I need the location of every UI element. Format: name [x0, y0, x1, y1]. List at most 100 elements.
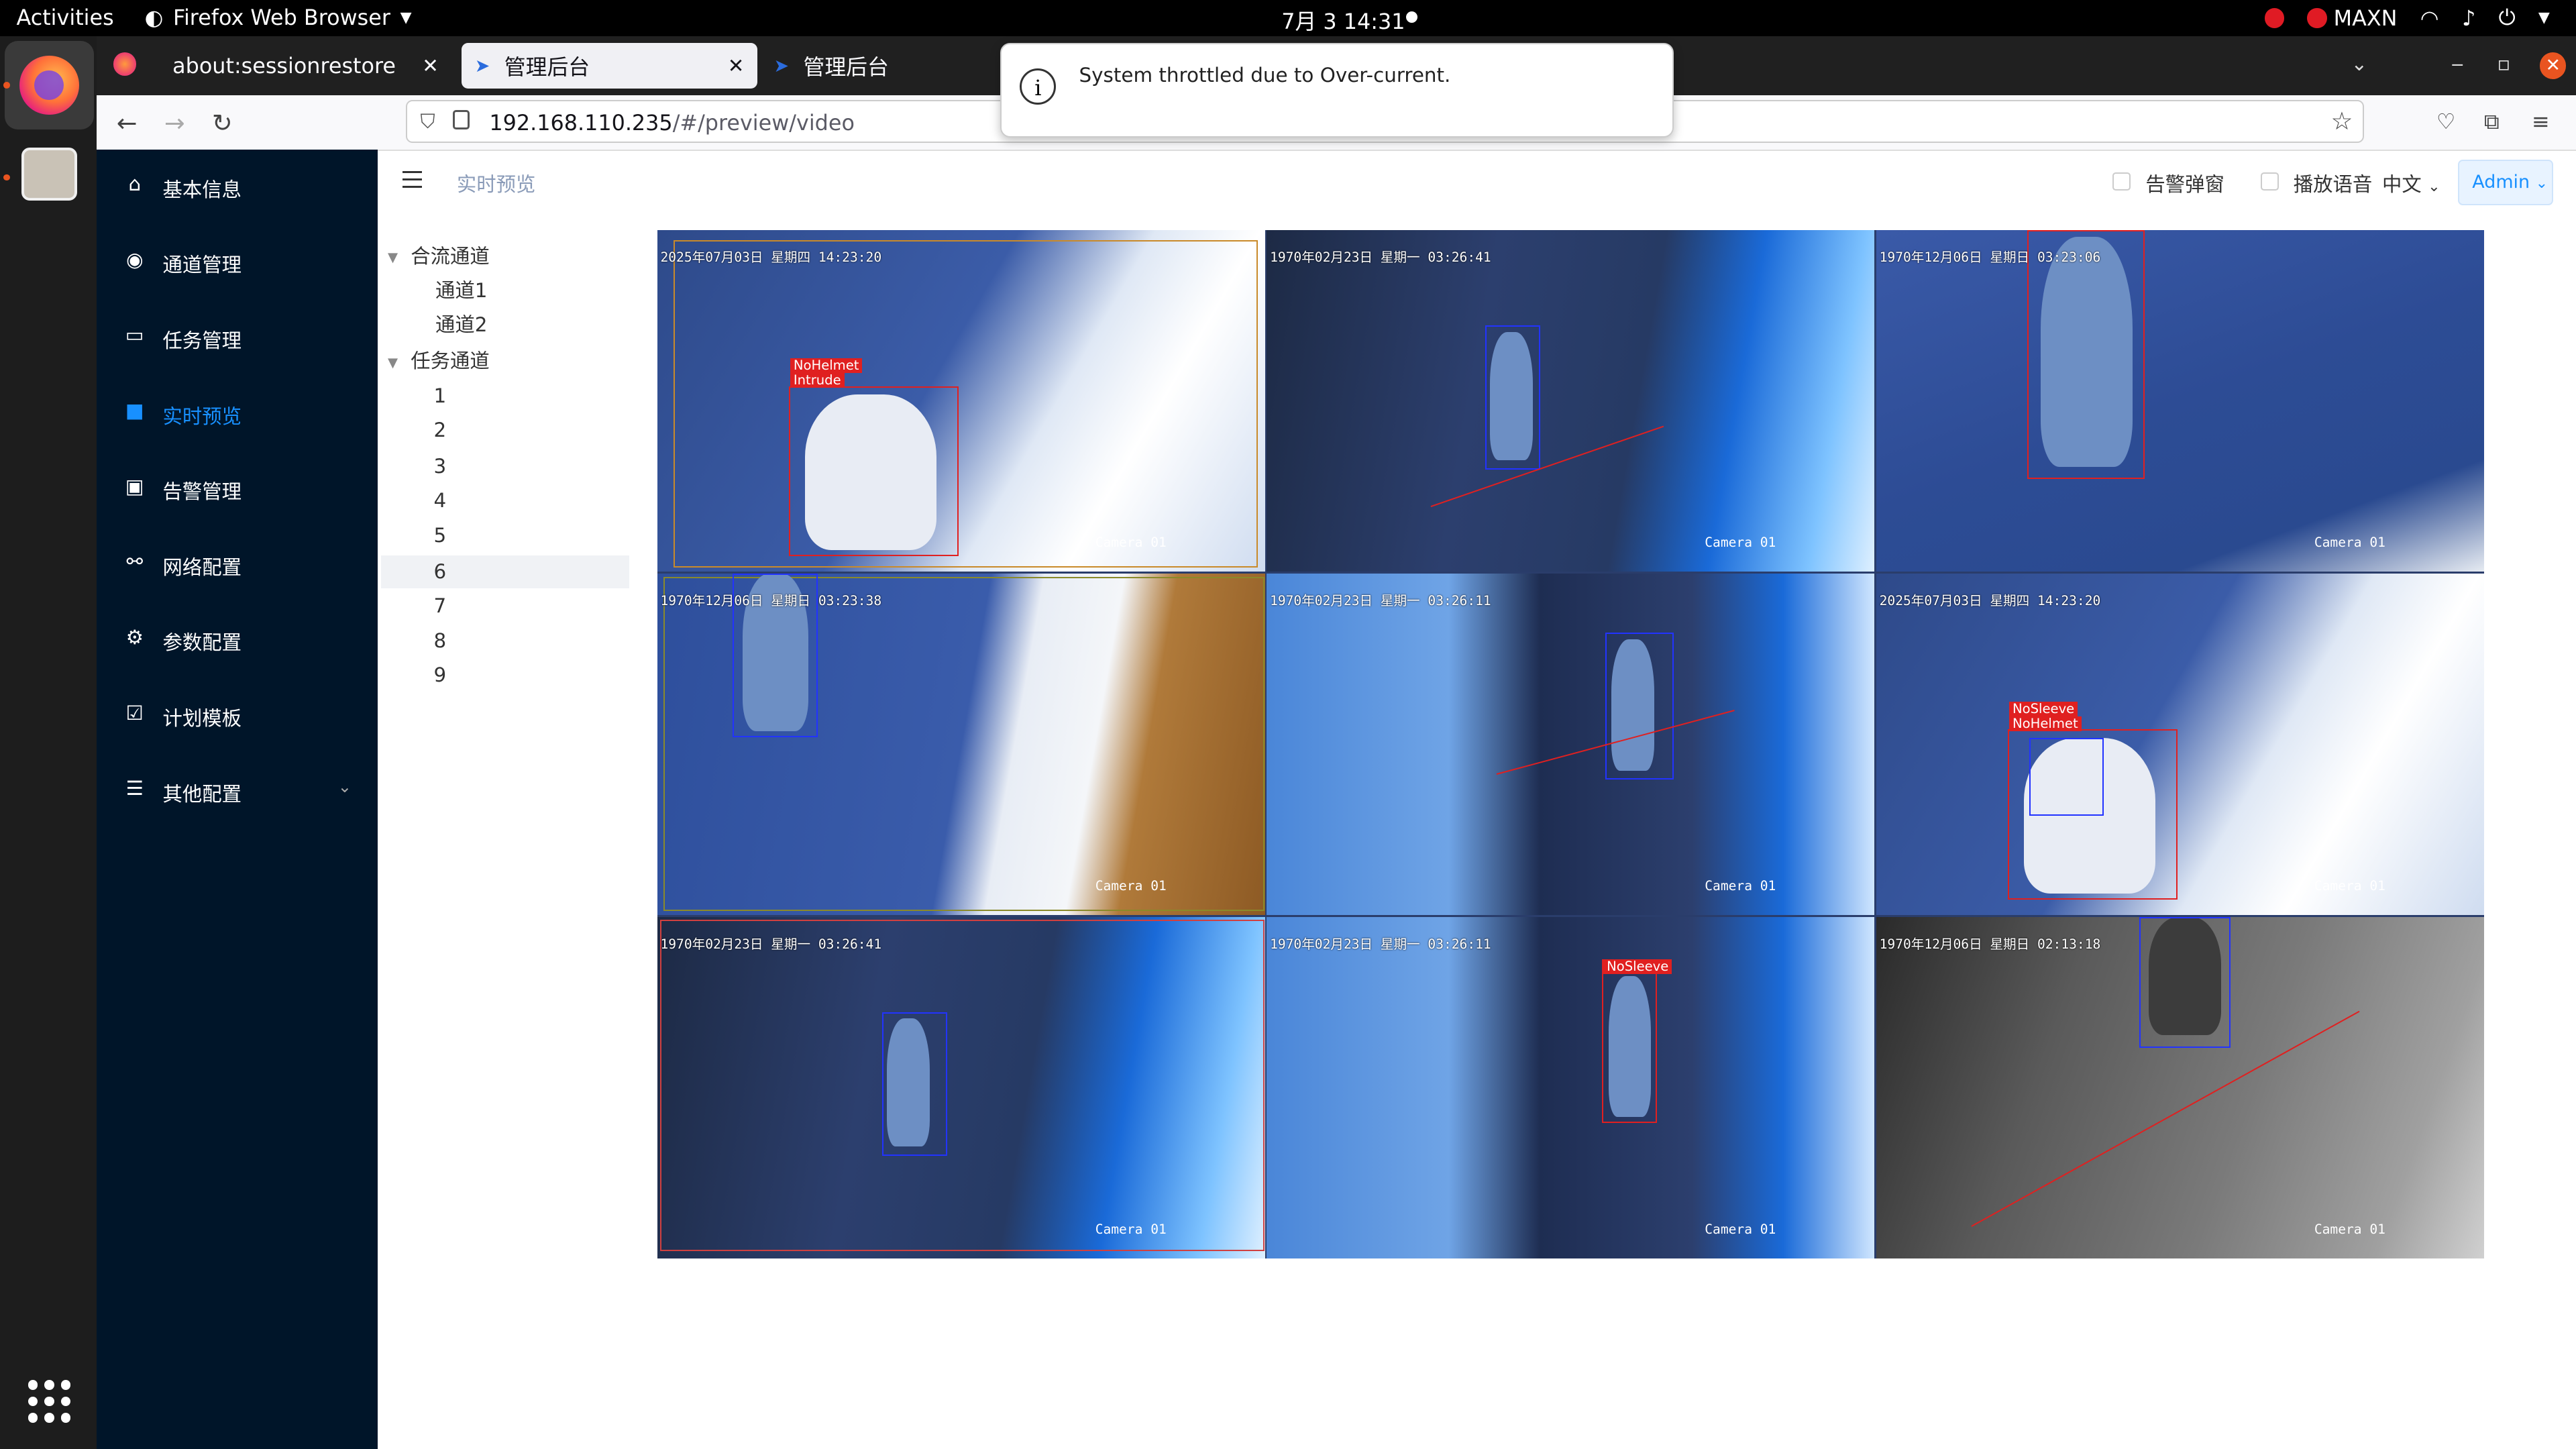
extensions-icon[interactable]: ⧉ — [2484, 109, 2500, 135]
alarm-popup-label[interactable]: 告警弹窗 — [2145, 169, 2224, 197]
sidebar-item-label: 任务管理 — [162, 329, 241, 352]
video-cell-5[interactable]: 1970年02月23日 星期一 03:26:11 Camera 01 — [1267, 573, 1875, 916]
play-voice-label[interactable]: 播放语音 — [2294, 169, 2373, 197]
camera-label: Camera 01 — [1705, 1222, 1776, 1238]
collapse-menu-icon[interactable] — [402, 170, 423, 193]
pocket-icon[interactable]: ♡ — [2436, 109, 2456, 134]
breadcrumb[interactable]: 实时预览 — [457, 169, 536, 197]
sidebar-item-other-config[interactable]: ☰ 其他配置 ⌄ — [97, 757, 378, 823]
video-cell-3[interactable]: 1970年12月06日 星期日 03:23:06 Camera 01 — [1876, 229, 2484, 572]
info-icon: i — [1020, 68, 1057, 105]
power-mode-indicator[interactable]: MAXN — [2307, 5, 2398, 31]
user-label: Admin — [2472, 171, 2530, 193]
tree-selection-highlight — [381, 555, 629, 588]
tab-admin[interactable]: ➤ 管理后台 — [761, 43, 1007, 89]
play-voice-checkbox[interactable] — [2260, 172, 2279, 191]
alarm-tag: NoHelmet — [790, 358, 863, 373]
tab-label: 管理后台 — [803, 54, 889, 80]
video-cell-4[interactable]: 1970年12月06日 星期日 03:23:38 Camera 01 — [657, 573, 1265, 916]
site-favicon-icon: ➤ — [474, 56, 490, 77]
camera-label: Camera 01 — [2314, 1222, 2385, 1238]
video-timestamp: 1970年12月06日 星期日 03:23:38 — [660, 593, 882, 609]
caret-down-icon[interactable]: ▼ — [388, 355, 398, 370]
roi-region — [660, 920, 1265, 1252]
firefox-view-icon[interactable] — [113, 52, 137, 76]
tree-item-channel[interactable]: 通道2 — [435, 309, 487, 341]
tree-group-tasks[interactable]: 任务通道 — [411, 345, 490, 378]
tree-item-task[interactable]: 3 — [434, 450, 447, 483]
sidebar-item-live-preview[interactable]: ■ 实时预览 — [97, 380, 378, 445]
alarm-popup-checkbox[interactable] — [2112, 172, 2131, 191]
reload-icon[interactable]: ↻ — [212, 109, 233, 138]
activities-button[interactable]: Activities — [16, 5, 113, 30]
insecure-lock-icon[interactable] — [453, 109, 470, 129]
notification-message: System throttled due to Over-current. — [1079, 64, 1451, 87]
video-cell-8[interactable]: NoSleeve 1970年02月23日 星期一 03:26:11 Camera… — [1267, 916, 1875, 1258]
window-close-icon[interactable]: ✕ — [2540, 52, 2567, 79]
sidebar-item-label: 其他配置 — [162, 782, 241, 806]
alarm-tag: NoSleeve — [2009, 701, 2078, 716]
camera-label: Camera 01 — [1705, 535, 1776, 551]
app-menu[interactable]: ◐ Firefox Web Browser ▼ — [145, 5, 412, 30]
tracking-protection-icon[interactable]: ⛉ — [420, 110, 435, 133]
tree-item-task[interactable]: 8 — [434, 625, 447, 657]
sidebar-item-schedule-template[interactable]: ☑ 计划模板 — [97, 682, 378, 747]
clock[interactable]: 7月 3 14:31 — [1281, 5, 1405, 36]
tree-item-task[interactable]: 4 — [434, 484, 447, 517]
video-timestamp: 2025年07月03日 星期四 14:23:20 — [1879, 593, 2101, 609]
tree-item-task[interactable]: 9 — [434, 659, 447, 692]
dock-firefox[interactable] — [5, 41, 94, 130]
video-cell-9[interactable]: 1970年12月06日 星期日 02:13:18 Camera 01 — [1876, 916, 2484, 1258]
restore-icon[interactable]: ▫ — [2497, 52, 2510, 75]
url-text[interactable]: 192.168.110.235/#/preview/video — [489, 110, 855, 136]
user-menu-button[interactable]: Admin ⌄ — [2457, 159, 2553, 206]
camera-label: Camera 01 — [1095, 1222, 1167, 1238]
tree-item-task[interactable]: 7 — [434, 590, 447, 623]
video-grid: NoHelmet Intrude 2025年07月03日 星期四 14:23:2… — [657, 229, 2484, 1258]
app-menu-label: Firefox Web Browser — [172, 5, 390, 31]
close-tab-icon[interactable]: ✕ — [728, 54, 745, 77]
video-cell-6[interactable]: NoSleeve NoHelmet 2025年07月03日 星期四 14:23:… — [1876, 573, 2484, 916]
tree-item-task[interactable]: 1 — [434, 380, 447, 413]
sidebar-item-tasks[interactable]: ▭ 任务管理 — [97, 304, 378, 370]
close-tab-icon[interactable]: ✕ — [422, 54, 439, 77]
sidebar-item-network[interactable]: ⚯ 网络配置 — [97, 531, 378, 596]
sidebar-item-alarms[interactable]: ▣ 告警管理 — [97, 455, 378, 521]
list-all-tabs-icon[interactable]: ⌄ — [2351, 52, 2368, 75]
minimize-icon[interactable]: ‒ — [2451, 52, 2464, 75]
do-not-disturb-icon — [2264, 8, 2285, 28]
recording-indicator-icon — [1406, 11, 1418, 23]
dock — [0, 36, 97, 1449]
running-indicator — [3, 174, 10, 181]
menu-icon[interactable]: ≡ — [2532, 109, 2550, 134]
firefox-small-icon: ◐ — [144, 5, 164, 31]
video-cell-2[interactable]: 1970年02月23日 星期一 03:26:41 Camera 01 — [1267, 229, 1875, 572]
camera-icon: ◉ — [125, 248, 144, 271]
sidebar-item-basic-info[interactable]: ⌂ 基本信息 — [97, 153, 378, 219]
sidebar-item-parameters[interactable]: ⚙ 参数配置 — [97, 606, 378, 672]
person-box — [2139, 916, 2231, 1048]
video-cell-1[interactable]: NoHelmet Intrude 2025年07月03日 星期四 14:23:2… — [657, 229, 1265, 572]
dock-files[interactable] — [5, 131, 93, 220]
caret-down-icon[interactable]: ▼ — [388, 250, 398, 265]
tree-item-channel[interactable]: 通道1 — [435, 274, 487, 307]
tree-item-task[interactable]: 2 — [434, 414, 447, 447]
bookmark-star-icon[interactable]: ☆ — [2330, 107, 2353, 136]
sidebar-item-channels[interactable]: ◉ 通道管理 — [97, 228, 378, 294]
network-icon: ⚯ — [126, 550, 144, 574]
forward-icon[interactable]: → — [164, 109, 185, 138]
running-indicator — [3, 82, 10, 89]
show-apps-icon[interactable] — [28, 1380, 71, 1423]
tab-admin-active[interactable]: ➤ 管理后台 ✕ — [462, 42, 757, 89]
system-notification[interactable]: i System throttled due to Over-current. — [1000, 42, 1674, 138]
language-select[interactable]: 中文 ⌄ — [2382, 169, 2440, 197]
video-cell-7[interactable]: 1970年02月23日 星期一 03:26:41 Camera 01 — [657, 916, 1265, 1258]
tree-item-task-selected[interactable]: 6 — [434, 555, 447, 588]
tab-session-restore[interactable]: about:sessionrestore ✕ — [156, 43, 452, 89]
camera-label: Camera 01 — [2314, 878, 2385, 894]
back-icon[interactable]: ← — [117, 109, 138, 138]
tree-group-merged[interactable]: 合流通道 — [411, 240, 490, 273]
tree-item-task[interactable]: 5 — [434, 519, 447, 552]
system-tray[interactable]: MAXN ◠ ♪ ⏻ ▼ — [2264, 5, 2550, 31]
camera-label: Camera 01 — [1095, 535, 1167, 551]
